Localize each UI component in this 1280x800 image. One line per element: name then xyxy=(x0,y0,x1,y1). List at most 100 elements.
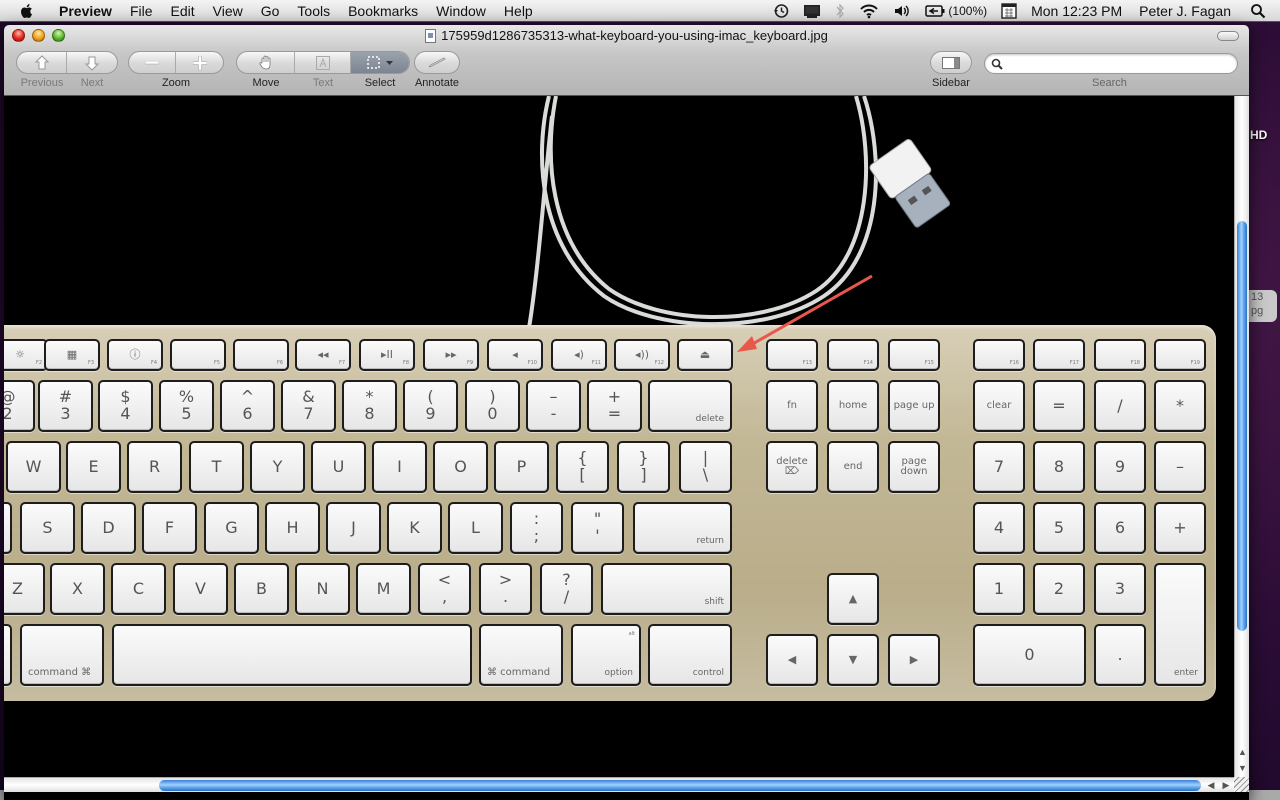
letter-key: I xyxy=(372,441,427,493)
letter-key-legend: Y xyxy=(272,456,283,476)
function-key-glyph: ◂)) xyxy=(634,348,650,362)
numpad-key: 3 xyxy=(1094,563,1146,615)
battery-icon[interactable]: (100%) xyxy=(918,4,994,18)
function-key-label: F15 xyxy=(924,359,934,366)
function-key: F6 xyxy=(233,339,289,371)
letter-key-legend: J xyxy=(351,517,356,537)
zoom-out-button[interactable] xyxy=(129,52,176,73)
function-key-glyph: ◂ xyxy=(512,348,518,362)
battery-percent: (100%) xyxy=(948,4,988,18)
function-key: ▦ F3 xyxy=(44,339,100,371)
function-key-label: F14 xyxy=(863,359,873,366)
number-key: & 7 xyxy=(281,380,336,432)
document-icon[interactable] xyxy=(425,28,437,43)
select-tool-button[interactable] xyxy=(351,52,409,73)
menu-file[interactable]: File xyxy=(121,3,162,19)
menu-clock[interactable]: Mon 12:23 PM xyxy=(1024,3,1129,19)
numpad-key: clear xyxy=(973,380,1025,432)
letter-key-legend: B xyxy=(256,578,267,598)
window-title: 175959d1286735313-what-keyboard-you-usin… xyxy=(4,28,1249,43)
menu-go[interactable]: Go xyxy=(252,3,289,19)
sidebar-button[interactable] xyxy=(931,52,971,73)
preview-window: 175959d1286735313-what-keyboard-you-usin… xyxy=(4,25,1249,800)
zoom-in-button[interactable] xyxy=(176,52,223,73)
next-button[interactable] xyxy=(67,52,117,73)
title-bar: 175959d1286735313-what-keyboard-you-usin… xyxy=(4,25,1249,96)
resize-grip[interactable] xyxy=(1234,777,1249,792)
search-icon xyxy=(991,58,1003,70)
page-down-key: page down xyxy=(888,441,940,493)
function-key: F13 xyxy=(766,339,818,371)
move-tool-button[interactable] xyxy=(237,52,295,73)
menu-preview[interactable]: Preview xyxy=(50,3,121,19)
letter-key: Y xyxy=(250,441,305,493)
volume-icon[interactable] xyxy=(886,3,918,19)
letter-key-legend: G xyxy=(225,517,238,537)
arrow-left-icon: ◀ xyxy=(787,653,797,667)
letter-key: H xyxy=(265,502,320,554)
menu-bar: Preview File Edit View Go Tools Bookmark… xyxy=(0,0,1280,22)
vertical-scrollbar[interactable]: ▲ ▼ xyxy=(1234,96,1249,777)
desktop-file-label[interactable]: 13 pg xyxy=(1249,290,1277,322)
page-up-key: page up xyxy=(888,380,940,432)
number-key: $4 xyxy=(98,380,153,432)
bluetooth-icon[interactable] xyxy=(828,3,852,19)
function-key-label: F6 xyxy=(276,359,283,366)
toolbar-toggle-button[interactable] xyxy=(1217,31,1239,41)
menu-bookmarks[interactable]: Bookmarks xyxy=(339,3,427,19)
numpad-key: 7 xyxy=(973,441,1025,493)
apple-menu-icon[interactable] xyxy=(18,2,36,20)
text-tool-button[interactable] xyxy=(295,52,351,73)
key-legend-bottom: 6 xyxy=(242,404,253,423)
search-input[interactable] xyxy=(1007,56,1237,71)
horizontal-scrollbar[interactable]: ◀ ▶ xyxy=(4,777,1234,792)
prev-next-segmented xyxy=(16,51,118,74)
horizontal-scroll-thumb[interactable] xyxy=(159,780,1201,791)
sidebar-icon xyxy=(942,56,960,69)
menu-help[interactable]: Help xyxy=(495,3,542,19)
scroll-right-button[interactable]: ▶ xyxy=(1219,778,1233,793)
menu-window[interactable]: Window xyxy=(427,3,495,19)
display-mirroring-icon[interactable] xyxy=(796,4,828,19)
scroll-up-button[interactable]: ▲ xyxy=(1235,744,1249,760)
function-key: ☼ F2 xyxy=(4,339,48,371)
spotlight-search-icon[interactable] xyxy=(1243,3,1280,19)
search-field[interactable] xyxy=(984,53,1238,74)
letter-key-legend: Z xyxy=(12,578,23,598)
vertical-scroll-thumb[interactable] xyxy=(1237,221,1247,631)
annotate-button[interactable] xyxy=(415,52,459,73)
function-key: ▸II F8 xyxy=(359,339,415,371)
image-canvas[interactable]: ☼ F2 ▦ F3 ⓘ F4 F5 F6 ◂◂ F7 ▸II F8 ▸▸ F9 ◂ F10 ◂) F11 ◂)) F1… xyxy=(4,96,1234,777)
desktop-hd-label[interactable]: HD xyxy=(1250,128,1267,142)
fn-key-label: fn xyxy=(787,399,797,411)
arrow-down-icon xyxy=(85,56,99,71)
numpad-key: / xyxy=(1094,380,1146,432)
number-key: + = xyxy=(587,380,642,432)
caps-lock-key xyxy=(4,502,12,554)
menu-view[interactable]: View xyxy=(204,3,252,19)
fast-user-switching[interactable]: Peter J. Fagan xyxy=(1129,3,1243,19)
previous-label: Previous xyxy=(20,77,64,89)
numpad-key-legend: 2 xyxy=(1053,578,1065,598)
numpad-decimal-key: . xyxy=(1094,624,1146,686)
scroll-down-button[interactable]: ▼ xyxy=(1235,760,1249,776)
ical-icon[interactable] xyxy=(994,3,1024,19)
function-key-glyph: ▸II xyxy=(380,348,393,362)
function-key-label: F8 xyxy=(402,359,409,366)
numpad-key: 8 xyxy=(1033,441,1085,493)
menu-edit[interactable]: Edit xyxy=(162,3,204,19)
menu-tools[interactable]: Tools xyxy=(288,3,339,19)
numpad-key: 1 xyxy=(973,563,1025,615)
wifi-icon[interactable] xyxy=(852,3,886,19)
space-bar xyxy=(112,624,472,686)
function-key: ◂)) F12 xyxy=(614,339,670,371)
punctuation-key: >. xyxy=(479,563,532,615)
letter-key: D xyxy=(81,502,136,554)
zoom-label: Zoom xyxy=(161,77,191,89)
status-menus: (100%) Mon 12:23 PM Peter J. Fagan xyxy=(766,0,1280,22)
previous-button[interactable] xyxy=(17,52,67,73)
scroll-left-button[interactable]: ◀ xyxy=(1204,778,1218,793)
key-legend-bottom: 3 xyxy=(60,404,71,423)
dropdown-arrow-icon xyxy=(386,60,393,65)
time-machine-icon[interactable] xyxy=(766,3,796,19)
